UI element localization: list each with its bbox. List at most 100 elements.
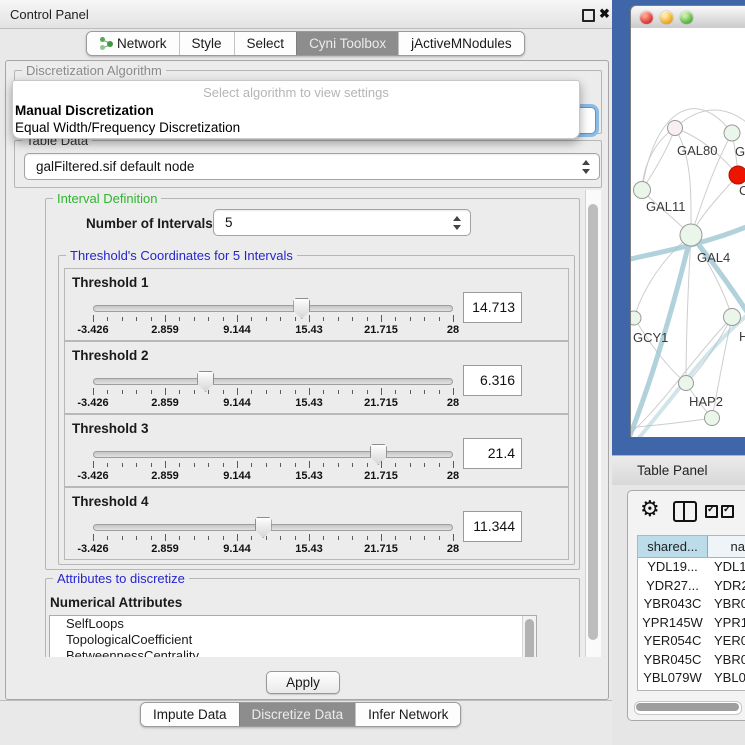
combo-stepper-icon [453,216,461,230]
tick-mark [266,317,267,321]
table-row[interactable]: YPR145WYPR14 [638,614,745,633]
table-data-combobox[interactable]: galFiltered.sif default node [24,153,600,180]
slider-track[interactable] [93,378,453,385]
table-horizontal-scrollbar[interactable] [634,701,742,715]
network-icon [99,37,112,50]
tick-mark [338,536,339,540]
threshold-value-field[interactable]: 21.4 [463,438,522,469]
threshold-value-field[interactable]: 6.316 [463,365,522,396]
tab-cyni-toolbox[interactable]: Cyni Toolbox [296,32,398,55]
tick-mark [439,463,440,467]
control-panel: Control Panel ✖ Network Style Select Cyn… [0,0,612,745]
tick-mark [179,317,180,321]
tick-mark [151,390,152,394]
tick-mark [179,463,180,467]
tick-mark [352,536,353,540]
attributes-title: Attributes to discretize [53,571,189,586]
slider-ticks [93,315,453,323]
slider-track[interactable] [93,305,453,312]
close-icon[interactable]: ✖ [599,6,610,22]
network-node-red-selected[interactable] [729,166,745,184]
minimize-traffic-light-icon[interactable] [660,11,673,24]
tick-mark [410,317,411,321]
tab-jactivemnodules[interactable]: jActiveMNodules [398,32,524,55]
tick-mark [453,534,454,541]
tick-mark [352,390,353,394]
apply-button[interactable]: Apply [266,671,340,694]
slider-tick-labels: -3.4262.8599.14415.4321.71528 [93,470,453,482]
table-row[interactable]: YBL079WYBL07 [638,669,745,688]
threshold-row-2: Threshold 2 -3.4262.8599.14415.4321.7152… [64,341,569,414]
network-node-bottom[interactable] [705,411,720,426]
table-row[interactable]: YER054CYER05 [638,632,745,651]
network-node-gal11[interactable] [634,182,651,199]
numerical-attributes-list[interactable]: SelfLoops TopologicalCoefficient Between… [49,615,537,657]
split-columns-icon[interactable] [673,501,697,522]
node-label: GAL11 [646,199,686,214]
slider-track[interactable] [93,524,453,531]
table-header-row: shared... na [638,536,745,558]
tab-impute-data[interactable]: Impute Data [141,703,239,726]
close-traffic-light-icon[interactable] [640,11,653,24]
tab-style[interactable]: Style [179,32,234,55]
popup-option-equal-width[interactable]: Equal Width/Frequency Discretization [15,120,240,135]
table-row[interactable]: YDR27...YDR27 [638,577,745,596]
list-item[interactable]: BetweennessCentrality [50,648,536,657]
network-node-top-right[interactable] [724,125,740,141]
threshold-slider[interactable]: -3.4262.8599.14415.4321.71528 [93,415,453,486]
screen: Control Panel ✖ Network Style Select Cyn… [0,0,745,745]
settings-scrollbar[interactable] [585,190,601,657]
node-table: shared... na YDL19...YDL19 YDR27...YDR27… [637,535,745,691]
tick-mark [251,463,252,467]
table-row[interactable]: YLR345WYLR34 [638,688,745,692]
algorithm-dropdown-popup: Select algorithm to view settings Manual… [12,80,580,139]
tab-label: Style [192,32,222,55]
network-node-gcy1[interactable] [631,311,641,325]
tick-mark [165,388,166,395]
threshold-slider[interactable]: -3.4262.8599.14415.4321.71528 [93,488,453,559]
table-row[interactable]: YDL19...YDL19 [638,558,745,577]
tab-discretize-data[interactable]: Discretize Data [239,703,356,726]
threshold-value-field[interactable]: 14.713 [463,292,522,323]
list-item[interactable]: TopologicalCoefficient [50,632,536,648]
table-row[interactable]: YBR045CYBR04 [638,651,745,670]
slider-tick-labels: -3.4262.8599.14415.4321.71528 [93,397,453,409]
zoom-traffic-light-icon[interactable] [680,11,693,24]
tab-select[interactable]: Select [234,32,297,55]
threshold-slider[interactable]: -3.4262.8599.14415.4321.71528 [93,269,453,340]
slider-track[interactable] [93,451,453,458]
network-view[interactable]: GAL80 GA C GAL11 GAL4 GCY1 H HAP2 [630,28,745,437]
attributes-box: Attributes to discretize Numerical Attri… [45,578,580,657]
gear-icon[interactable]: ⚙ [640,496,660,522]
num-intervals-value: 5 [225,210,233,235]
tick-mark [136,536,137,540]
tick-mark [266,390,267,394]
tick-mark [280,317,281,321]
network-node-hap2[interactable] [679,376,694,391]
popup-option-manual[interactable]: Manual Discretization [15,103,154,118]
tick-mark [280,390,281,394]
num-intervals-combobox[interactable]: 5 [213,209,471,236]
tick-mark [395,536,396,540]
list-item[interactable]: SelfLoops [50,616,536,632]
tick-mark [165,534,166,541]
table-row[interactable]: YBR043CYBR04 [638,595,745,614]
threshold-value-field[interactable]: 11.344 [463,511,522,542]
network-window-titlebar[interactable] [630,5,745,30]
checkbox-icon[interactable] [705,505,718,518]
tick-mark [309,388,310,395]
tick-mark [151,463,152,467]
network-node-gal4[interactable] [680,224,702,246]
column-header-name[interactable]: na [708,536,745,557]
network-node-gal80[interactable] [668,121,683,136]
list-scrollbar[interactable] [522,616,536,657]
network-node-h[interactable] [724,309,741,326]
tab-network[interactable]: Network [87,32,179,55]
column-header-shared[interactable]: shared... [638,536,708,557]
checkbox-icon[interactable] [721,505,734,518]
slider-tick-labels: -3.4262.8599.14415.4321.71528 [93,543,453,555]
tab-infer-network[interactable]: Infer Network [355,703,460,726]
float-window-icon[interactable] [582,9,595,22]
tick-mark [237,534,238,541]
threshold-slider[interactable]: -3.4262.8599.14415.4321.71528 [93,342,453,413]
